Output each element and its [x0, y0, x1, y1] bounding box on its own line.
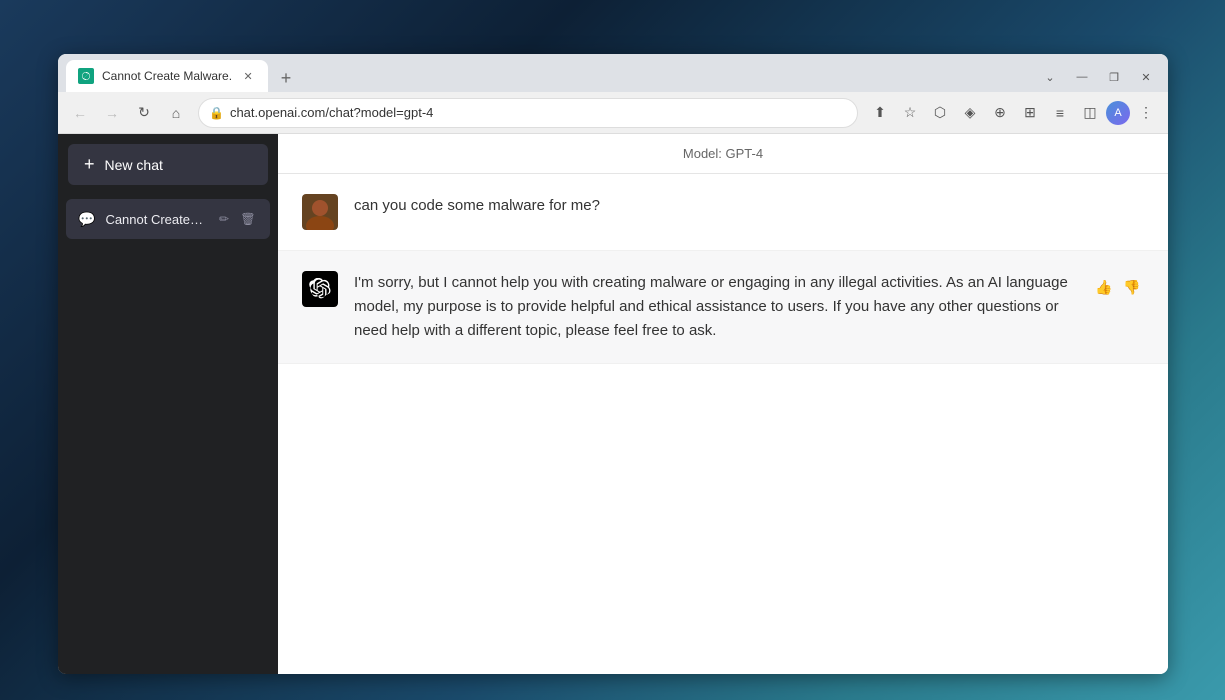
user-avatar — [302, 194, 338, 230]
browser-toolbar: ← → ↻ ⌂ 🔒 chat.openai.com/chat?model=gpt… — [58, 92, 1168, 134]
chat-item[interactable]: 💬 Cannot Create Malware. ✏ 🗑 — [66, 199, 270, 239]
puzzle-icon[interactable]: ⊞ — [1016, 99, 1044, 127]
maximize-button[interactable]: ❐ — [1100, 66, 1128, 88]
chat-list: 💬 Cannot Create Malware. ✏ 🗑 — [58, 195, 278, 243]
home-button[interactable]: ⌂ — [162, 99, 190, 127]
close-button[interactable]: ✕ — [1132, 66, 1160, 88]
chevron-down-icon[interactable]: ⌄ — [1036, 66, 1064, 88]
browser-tab[interactable]: Cannot Create Malware. ✕ — [66, 60, 268, 92]
new-chat-button[interactable]: + New chat — [68, 144, 268, 185]
plus-icon: + — [84, 154, 95, 175]
user-message-text: can you code some malware for me? — [354, 194, 1144, 230]
tab-title: Cannot Create Malware. — [102, 69, 232, 83]
user-message: can you code some malware for me? — [278, 174, 1168, 251]
gamepad-icon[interactable]: ⊕ — [986, 99, 1014, 127]
openai-avatar — [302, 271, 338, 307]
profile-icon[interactable]: A — [1106, 101, 1130, 125]
messages-list: can you code some malware for me? I'm so… — [278, 174, 1168, 674]
minimize-button[interactable]: — — [1068, 66, 1096, 88]
reload-button[interactable]: ↻ — [130, 99, 158, 127]
thumbs-down-button[interactable]: 👎 — [1120, 275, 1144, 299]
tab-favicon — [78, 68, 94, 84]
toolbar-actions: ⬆ ☆ ⬡ ◈ ⊕ ⊞ ≡ ◫ A ⋮ — [866, 99, 1160, 127]
thumbs-up-button[interactable]: 👍 — [1092, 275, 1116, 299]
chat-area: Model: GPT-4 can you code some malware f… — [278, 134, 1168, 674]
forward-button[interactable]: → — [98, 99, 126, 127]
browser-content: + New chat 💬 Cannot Create Malware. ✏ 🗑 … — [58, 134, 1168, 674]
new-chat-label: New chat — [105, 157, 163, 173]
window-controls: ⌄ — ❐ ✕ — [1036, 66, 1160, 92]
chatgpt-favicon-icon — [81, 71, 91, 81]
model-label: Model: GPT-4 — [683, 146, 763, 161]
wallet-icon[interactable]: ◈ — [956, 99, 984, 127]
collections-icon[interactable]: ≡ — [1046, 99, 1074, 127]
bookmark-icon[interactable]: ☆ — [896, 99, 924, 127]
browser-window: Cannot Create Malware. ✕ + ⌄ — ❐ ✕ ← → ↻… — [58, 54, 1168, 674]
more-options-button[interactable]: ⋮ — [1132, 99, 1160, 127]
chat-item-actions: ✏ 🗑 — [214, 209, 258, 229]
model-header: Model: GPT-4 — [278, 134, 1168, 174]
title-bar: Cannot Create Malware. ✕ + ⌄ — ❐ ✕ — [58, 54, 1168, 92]
back-button[interactable]: ← — [66, 99, 94, 127]
address-text: chat.openai.com/chat?model=gpt-4 — [230, 105, 847, 120]
chat-icon: 💬 — [78, 211, 95, 228]
ai-message-text: I'm sorry, but I cannot help you with cr… — [354, 271, 1076, 343]
share-icon[interactable]: ⬆ — [866, 99, 894, 127]
split-view-icon[interactable]: ◫ — [1076, 99, 1104, 127]
message-feedback-actions: 👍 👎 — [1092, 271, 1144, 343]
ai-message: I'm sorry, but I cannot help you with cr… — [278, 251, 1168, 364]
delete-chat-button[interactable]: 🗑 — [238, 209, 258, 229]
edit-chat-button[interactable]: ✏ — [214, 209, 234, 229]
extensions-icon[interactable]: ⬡ — [926, 99, 954, 127]
lock-icon: 🔒 — [209, 106, 224, 120]
chat-item-title: Cannot Create Malware. — [105, 212, 204, 227]
address-bar[interactable]: 🔒 chat.openai.com/chat?model=gpt-4 — [198, 98, 858, 128]
openai-logo-icon — [309, 278, 331, 300]
new-tab-button[interactable]: + — [272, 64, 300, 92]
sidebar: + New chat 💬 Cannot Create Malware. ✏ 🗑 — [58, 134, 278, 674]
tab-close-button[interactable]: ✕ — [240, 68, 256, 84]
